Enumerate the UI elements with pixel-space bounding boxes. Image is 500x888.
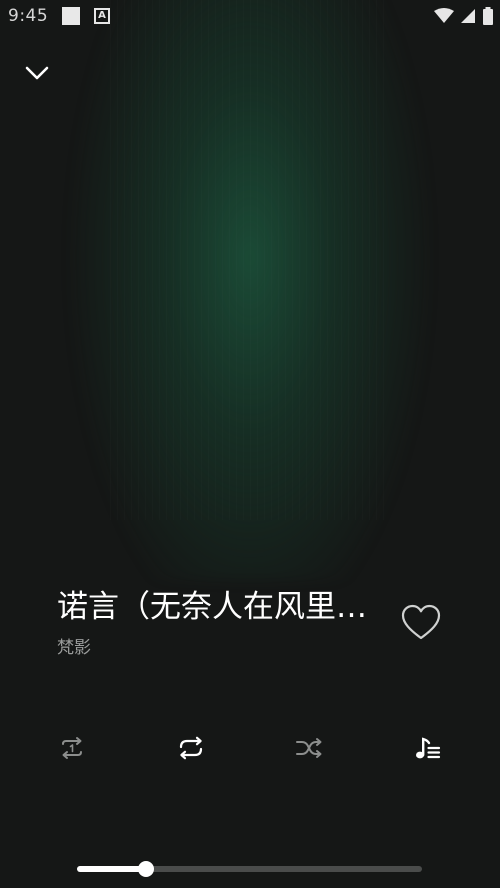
like-button[interactable] (398, 600, 444, 644)
heart-outline-icon (401, 604, 441, 640)
wifi-icon (434, 8, 454, 23)
progress-fill (77, 866, 146, 872)
repeat-one-icon (62, 737, 82, 759)
chevron-down-icon (25, 66, 49, 80)
progress-slider[interactable] (77, 861, 422, 877)
repeat-one-button[interactable] (51, 727, 93, 769)
playlist-button[interactable] (407, 727, 449, 769)
status-icons (434, 6, 494, 26)
music-player-screen: 9:45 A 诺言（无奈人在风里… 梵影 (0, 0, 500, 888)
shuffle-button[interactable] (288, 727, 330, 769)
song-title: 诺言（无奈人在风里… (57, 589, 367, 625)
playback-mode-controls (0, 727, 500, 769)
playlist-icon (416, 737, 441, 759)
shuffle-icon (296, 738, 322, 758)
notification-a-icon: A (94, 8, 110, 24)
cellular-signal-icon (461, 9, 475, 23)
battery-icon (483, 7, 493, 25)
album-art-texture (110, 0, 390, 520)
collapse-button[interactable] (20, 56, 54, 90)
progress-handle[interactable] (138, 861, 154, 877)
repeat-icon (179, 736, 203, 760)
status-bar: 9:45 A (0, 0, 500, 34)
repeat-button[interactable] (170, 727, 212, 769)
artist-name[interactable]: 梵影 (57, 636, 91, 660)
status-time: 9:45 (8, 6, 49, 26)
notification-square-icon (62, 7, 80, 25)
